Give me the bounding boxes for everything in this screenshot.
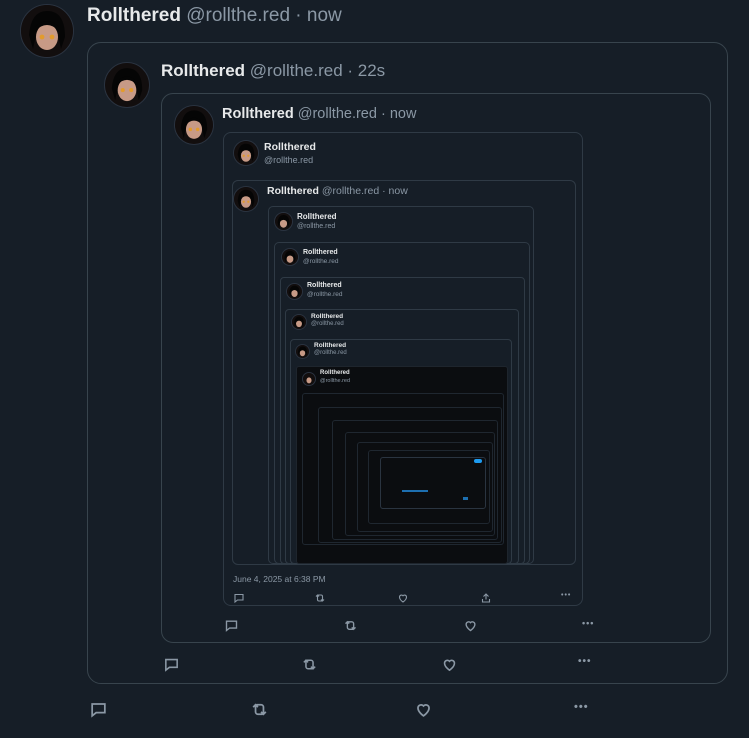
quote-header: Rollthered @rollthe.red · 22s (161, 61, 385, 81)
author-handle[interactable]: @rollthe.red (186, 5, 290, 26)
author-name[interactable]: Rollthered (297, 212, 337, 221)
avatar[interactable] (174, 105, 214, 145)
avatar[interactable] (286, 283, 303, 300)
post-time[interactable]: · now (382, 185, 408, 197)
more-icon[interactable]: ••• (561, 592, 571, 599)
like-icon[interactable] (461, 616, 479, 634)
author-name[interactable]: Rollthered (320, 370, 350, 376)
avatar[interactable] (104, 62, 150, 108)
like-icon[interactable] (411, 697, 435, 721)
author-name[interactable]: Rollthered (264, 141, 316, 153)
post-time[interactable]: · 22s (347, 61, 385, 80)
quote-header: Rollthered @rollthe.red · now (222, 106, 416, 122)
author-handle[interactable]: @rollthe.red (311, 321, 344, 327)
nested-frame (380, 457, 486, 509)
author-name[interactable]: Rollthered (314, 342, 346, 349)
reply-icon[interactable] (222, 616, 240, 634)
author-handle[interactable]: @rollthe.red (297, 223, 335, 230)
like-icon[interactable] (396, 591, 410, 605)
post-date[interactable]: June 4, 2025 at 6:38 PM (233, 574, 326, 584)
repost-icon[interactable] (313, 591, 327, 605)
author-name[interactable]: Rollthered (161, 61, 245, 80)
author-name[interactable]: Rollthered (307, 282, 342, 289)
follow-button (474, 459, 482, 463)
author-handle[interactable]: @rollthe.red (298, 106, 377, 122)
more-icon[interactable]: ••• (582, 618, 594, 628)
reply-icon[interactable] (86, 697, 110, 721)
avatar[interactable] (281, 248, 299, 266)
author-name[interactable]: Rollthered (222, 106, 294, 122)
repost-icon[interactable] (341, 616, 359, 634)
avatar[interactable] (233, 186, 259, 212)
author-handle[interactable]: @rollthe.red (264, 155, 313, 165)
author-name[interactable]: Rollthered (311, 313, 343, 320)
author-handle[interactable]: @rollthe.red (314, 350, 347, 356)
share-icon[interactable] (479, 591, 493, 605)
tiny-dot (463, 497, 468, 500)
tiny-link (402, 490, 428, 492)
like-icon[interactable] (438, 653, 460, 675)
post-time[interactable]: · now (381, 106, 416, 122)
more-icon[interactable]: ••• (578, 656, 592, 667)
post-header: Rollthered @rollthe.red · now (87, 5, 342, 27)
more-icon[interactable]: ••• (574, 701, 589, 713)
repost-icon[interactable] (247, 697, 271, 721)
avatar[interactable] (302, 372, 316, 386)
author-handle[interactable]: @rollthe.red (307, 291, 343, 298)
post-time[interactable]: · now (295, 5, 341, 26)
quote-header: Rollthered @rollthe.red · now (267, 185, 408, 197)
avatar[interactable] (233, 140, 259, 166)
avatar[interactable] (274, 212, 293, 231)
reply-icon[interactable] (160, 653, 182, 675)
avatar[interactable] (291, 314, 307, 330)
author-name[interactable]: Rollthered (87, 5, 181, 26)
author-handle[interactable]: @rollthe.red (322, 185, 379, 197)
author-handle[interactable]: @rollthe.red (320, 378, 350, 384)
author-handle[interactable]: @rollthe.red (303, 258, 339, 265)
author-handle[interactable]: @rollthe.red (250, 61, 343, 80)
repost-icon[interactable] (298, 653, 320, 675)
author-name[interactable]: Rollthered (267, 185, 319, 197)
avatar[interactable] (20, 4, 74, 58)
avatar[interactable] (295, 344, 310, 359)
author-name[interactable]: Rollthered (303, 249, 338, 256)
reply-icon[interactable] (232, 591, 246, 605)
